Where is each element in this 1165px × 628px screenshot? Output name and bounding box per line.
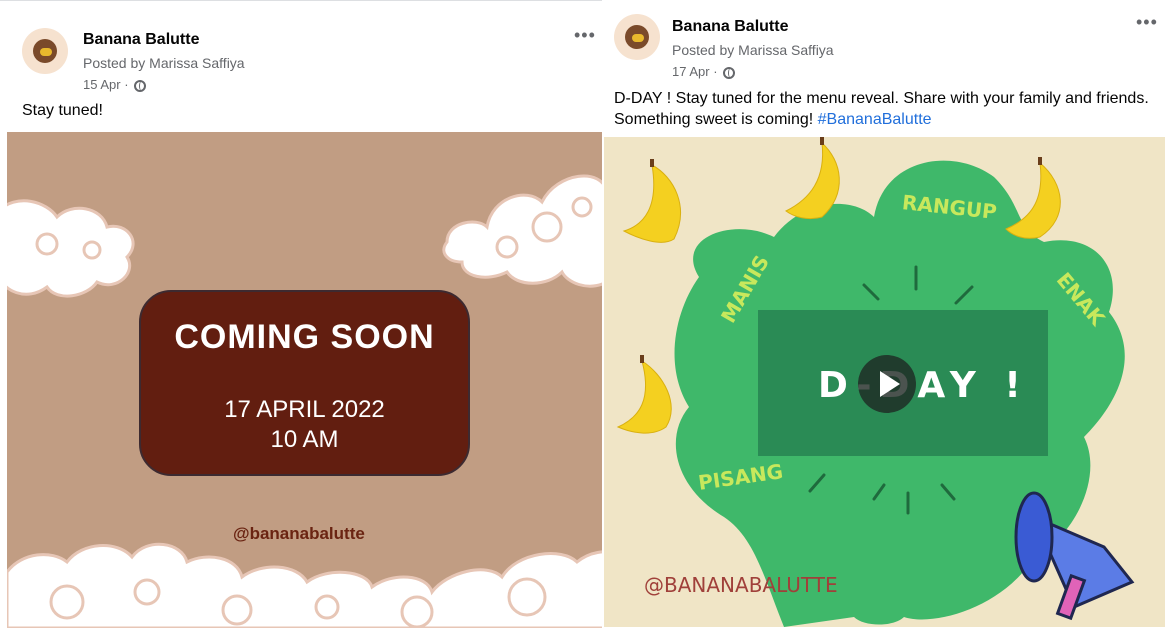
- globe-icon: [134, 80, 147, 92]
- post-video[interactable]: RANGUP MANIS ENAK PISANG D-DAY ! @BANANA…: [604, 137, 1165, 627]
- post-date[interactable]: 15 Apr: [83, 77, 121, 92]
- dday-headline: D-DAY !: [818, 365, 1029, 406]
- globe-icon: [723, 67, 736, 79]
- hashtag-link[interactable]: #BananaBalutte: [818, 111, 932, 128]
- page-name[interactable]: Banana Balutte: [672, 18, 788, 36]
- coming-soon-box: COMING SOON 17 APRIL 2022 10 AM: [139, 290, 470, 476]
- more-options-button[interactable]: •••: [574, 25, 596, 46]
- post-image[interactable]: COMING SOON 17 APRIL 2022 10 AM @bananab…: [7, 132, 602, 628]
- page-name[interactable]: Banana Balutte: [83, 31, 199, 49]
- page-avatar[interactable]: [614, 14, 660, 60]
- post-meta: 15 Apr ·: [83, 77, 147, 92]
- post-card-1: Banana Balutte Posted by Marissa Saffiya…: [0, 0, 602, 628]
- post-caption: Stay tuned!: [22, 102, 103, 119]
- event-time: 10 AM: [270, 426, 339, 453]
- more-options-button[interactable]: •••: [1136, 12, 1158, 33]
- instagram-handle: @BANANABALUTTE: [644, 573, 838, 597]
- caption-line-2: Something sweet is coming!: [614, 111, 818, 128]
- instagram-handle: @bananabalutte: [233, 524, 365, 543]
- separator-dot: ·: [713, 64, 718, 79]
- coming-soon-title: COMING SOON: [174, 318, 435, 356]
- event-date: 17 APRIL 2022: [224, 396, 385, 423]
- posted-by: Posted by Marissa Saffiya: [672, 42, 834, 58]
- avatar-banana: [40, 48, 52, 56]
- avatar-banana: [632, 34, 644, 42]
- posted-by: Posted by Marissa Saffiya: [83, 55, 245, 71]
- post-date[interactable]: 17 Apr: [672, 64, 710, 79]
- caption-line-1: D-DAY ! Stay tuned for the menu reveal. …: [614, 90, 1149, 107]
- page-avatar[interactable]: [22, 28, 68, 74]
- separator-dot: ·: [124, 77, 129, 92]
- post-card-2: Banana Balutte Posted by Marissa Saffiya…: [604, 0, 1165, 627]
- post-meta: 17 Apr ·: [672, 64, 736, 79]
- play-button[interactable]: [858, 355, 916, 413]
- post-caption: D-DAY ! Stay tuned for the menu reveal. …: [614, 88, 1162, 130]
